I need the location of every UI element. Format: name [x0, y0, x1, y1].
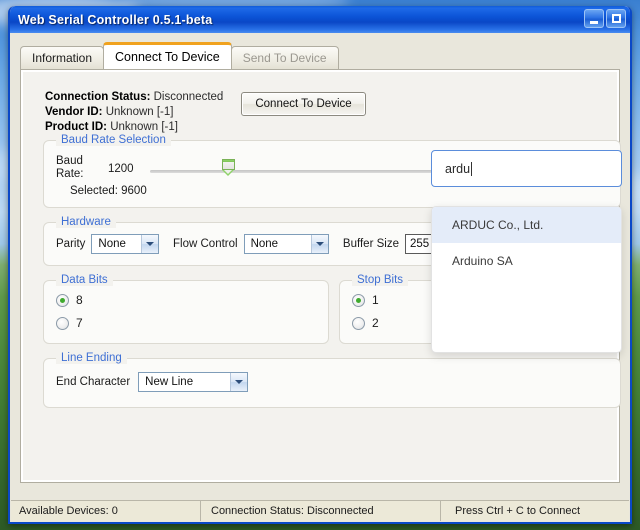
tab-panel-connect-to-device: Connection Status: Disconnected Vendor I…	[20, 69, 622, 483]
status-available-devices: Available Devices: 0	[11, 501, 201, 521]
status-bar: Available Devices: 0 Connection Status: …	[11, 500, 629, 521]
baud-rate-selected-label: Selected: 9600	[70, 185, 147, 197]
parity-label: Parity	[56, 238, 86, 250]
slider-thumb-body	[222, 159, 235, 170]
app-window: Web Serial Controller 0.5.1-beta Informa…	[8, 6, 632, 524]
connect-to-device-button[interactable]: Connect To Device	[241, 92, 366, 116]
device-search-input[interactable]: ardu	[431, 150, 622, 187]
connection-status-line: Connection Status: Disconnected	[45, 90, 223, 105]
radio-icon	[352, 293, 365, 307]
device-search-value: ardu	[445, 161, 471, 176]
radio-icon	[352, 316, 365, 330]
flow-control-label: Flow Control	[173, 238, 238, 250]
data-bits-option-8[interactable]: 8	[56, 293, 83, 307]
data-bits-option-7-label: 7	[76, 316, 83, 330]
baud-rate-legend: Baud Rate Selection	[56, 134, 171, 146]
tab-information[interactable]: Information	[20, 46, 105, 69]
slider-thumb-point	[222, 170, 234, 176]
suggestion-item-1[interactable]: Arduino SA	[432, 243, 621, 279]
maximize-icon	[611, 14, 621, 23]
title-bar: Web Serial Controller 0.5.1-beta	[10, 6, 630, 33]
stop-bits-option-1[interactable]: 1	[352, 293, 379, 307]
vendor-id-line: Vendor ID: Unknown [-1]	[45, 105, 223, 120]
minimize-icon	[590, 20, 598, 24]
end-character-select[interactable]: New Line	[138, 372, 249, 392]
connection-status-value: Disconnected	[153, 91, 224, 103]
hardware-legend: Hardware	[56, 216, 116, 228]
device-search: ardu ARDUC Co., Ltd. Arduino SA	[431, 150, 622, 353]
baud-rate-label: Baud Rate:	[56, 155, 84, 181]
baud-rate-label-line2: Rate:	[56, 168, 84, 180]
data-bits-option-7[interactable]: 7	[56, 316, 83, 330]
status-connection-status: Connection Status: Disconnected	[201, 501, 441, 521]
tab-send-to-device[interactable]: Send To Device	[230, 46, 339, 69]
panel-inner: Connection Status: Disconnected Vendor I…	[23, 72, 622, 480]
stop-bits-option-2[interactable]: 2	[352, 316, 379, 330]
data-bits-group: Data Bits 8 7	[43, 274, 329, 344]
baud-rate-min-label: 1200	[108, 163, 134, 175]
chevron-down-icon	[310, 235, 328, 253]
parity-value: None	[98, 238, 126, 250]
parity-select[interactable]: None	[91, 234, 160, 254]
client-area: Information Connect To Device Send To De…	[10, 33, 630, 522]
vendor-id-label: Vendor ID:	[45, 106, 103, 118]
baud-rate-slider-thumb[interactable]	[222, 159, 235, 176]
radio-icon	[56, 293, 69, 307]
buffer-size-label: Buffer Size	[342, 238, 399, 250]
text-caret	[471, 161, 473, 176]
data-bits-legend: Data Bits	[56, 274, 113, 286]
window-title: Web Serial Controller 0.5.1-beta	[18, 12, 213, 27]
flow-control-value: None	[250, 238, 279, 250]
status-hint: Press Ctrl + C to Connect	[455, 505, 581, 517]
stop-bits-option-2-label: 2	[372, 316, 379, 330]
flow-control-select[interactable]: None	[243, 234, 329, 254]
maximize-button[interactable]	[606, 9, 626, 28]
window-controls	[584, 9, 626, 28]
line-ending-group: Line Ending End Character New Line	[43, 352, 621, 408]
line-ending-legend: Line Ending	[56, 352, 127, 364]
connection-info: Connection Status: Disconnected Vendor I…	[45, 90, 223, 135]
tab-strip: Information Connect To Device Send To De…	[20, 42, 620, 69]
data-bits-option-8-label: 8	[76, 293, 83, 307]
vendor-id-value: Unknown [-1]	[105, 106, 174, 118]
end-character-value: New Line	[145, 376, 194, 388]
stop-bits-legend: Stop Bits	[352, 274, 409, 286]
product-id-value: Unknown [-1]	[110, 121, 178, 133]
suggestion-item-0[interactable]: ARDUC Co., Ltd.	[432, 207, 621, 243]
connection-status-label: Connection Status:	[45, 91, 151, 103]
chevron-down-icon	[141, 235, 159, 253]
product-id-line: Product ID: Unknown [-1]	[45, 120, 223, 135]
line-ending-row: End Character New Line	[56, 372, 262, 392]
device-suggestion-list: ARDUC Co., Ltd. Arduino SA	[431, 206, 622, 353]
chevron-down-icon	[230, 373, 248, 391]
stop-bits-option-1-label: 1	[372, 293, 379, 307]
tab-connect-to-device[interactable]: Connect To Device	[103, 42, 232, 69]
radio-icon	[56, 316, 69, 330]
product-id-label: Product ID:	[45, 121, 107, 133]
end-character-label: End Character	[56, 376, 131, 388]
baud-rate-label-line1: Baud	[56, 155, 83, 167]
minimize-button[interactable]	[584, 9, 604, 28]
